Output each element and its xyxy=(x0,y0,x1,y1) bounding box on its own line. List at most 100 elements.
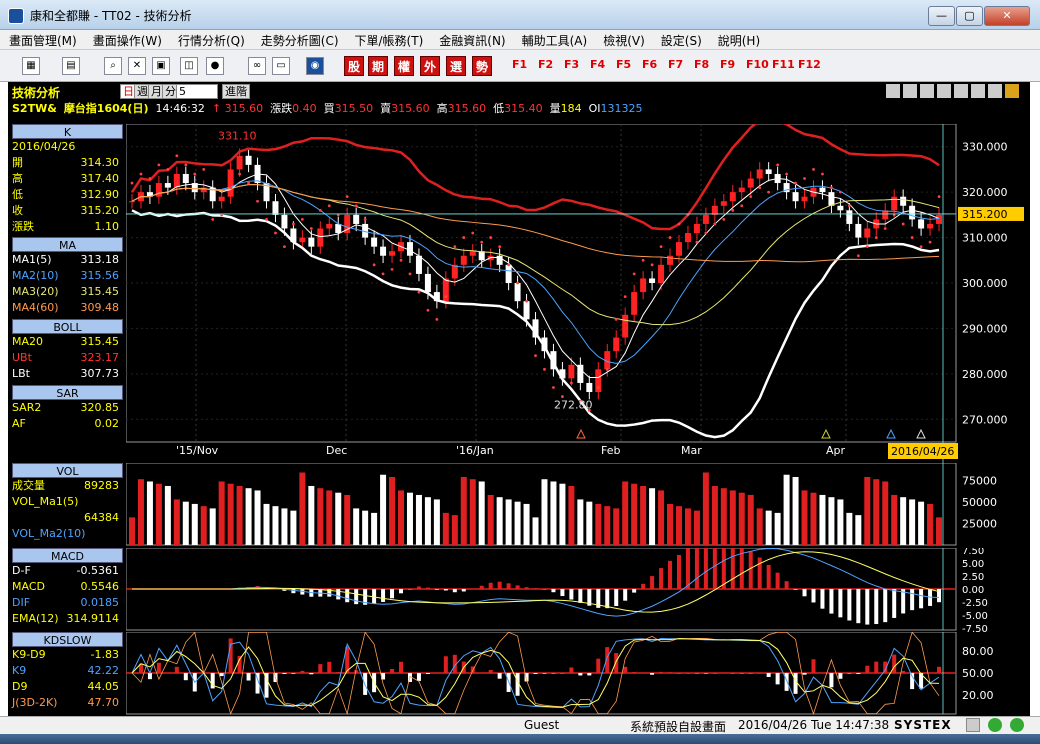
menu-trend[interactable]: 走勢分析圖(C) xyxy=(252,30,346,49)
chart-tool-buttons[interactable] xyxy=(886,83,1026,99)
fkey-f10[interactable]: F10 xyxy=(746,58,769,71)
macd-bar xyxy=(712,548,717,589)
kd-bar xyxy=(623,666,628,673)
sar-dot xyxy=(614,317,618,321)
minimize-button[interactable]: — xyxy=(928,6,955,26)
sar-dot xyxy=(569,381,573,385)
menu-tools[interactable]: 輔助工具(A) xyxy=(513,30,595,49)
volume-bar xyxy=(604,506,611,545)
low-annotation: 272.80 xyxy=(554,399,593,412)
macd-bar xyxy=(425,587,430,589)
volume-bar xyxy=(326,490,333,545)
macd-bar xyxy=(892,589,897,618)
sar-dot xyxy=(704,231,708,235)
kd-info-panel: KDSLOW K9-D9 -1.83 K9 42.22 D9 44.05 J(3D-2K) 4… xyxy=(12,632,123,711)
fkey-f2[interactable]: F2 xyxy=(538,58,553,71)
period-select[interactable]: 5 xyxy=(176,84,218,99)
sar-dot xyxy=(910,236,914,239)
fkey-f12[interactable]: F12 xyxy=(798,58,821,71)
volume-chart[interactable]: 75000 50000 25000 xyxy=(126,463,1030,547)
volume-bar xyxy=(640,485,647,545)
volume-bar xyxy=(218,481,225,545)
options-button[interactable]: 權 xyxy=(394,56,414,76)
fkey-f11[interactable]: F11 xyxy=(772,58,795,71)
volume-bar xyxy=(658,490,665,545)
fkey-f9[interactable]: F9 xyxy=(720,58,735,71)
macd-bar xyxy=(345,589,350,603)
volume-bar xyxy=(550,481,557,545)
maximize-button[interactable]: ▢ xyxy=(956,6,983,26)
zoom-icons[interactable] xyxy=(886,83,1026,99)
candle-body xyxy=(317,228,324,247)
advanced-button[interactable]: 進階 xyxy=(222,84,250,99)
row-label: K9 xyxy=(12,664,27,677)
candle-body xyxy=(837,205,844,211)
sar-dot xyxy=(166,168,170,171)
macd-bar xyxy=(605,589,610,609)
link-icon[interactable]: ∞ xyxy=(248,57,266,75)
menu-view[interactable]: 檢視(V) xyxy=(594,30,652,49)
oi-value: 131325 xyxy=(600,102,643,115)
kd-chart[interactable]: 80.00 50.00 20.00 xyxy=(126,632,1030,716)
macd-rows-row: DIF 0.0185 xyxy=(12,595,123,611)
logo-icon[interactable]: ◉ xyxy=(306,57,324,75)
fkey-f1[interactable]: F1 xyxy=(512,58,527,71)
macd-info-panel: MACD D-F -0.5361 MACD 0.5546 DIF 0.0185 EMA(12… xyxy=(12,548,123,627)
volume-bar xyxy=(398,490,405,545)
volume-bar xyxy=(209,508,216,545)
macd-rows-row: MACD 0.5546 xyxy=(12,579,123,595)
coin-icon[interactable]: ● xyxy=(206,57,224,75)
print-icon[interactable]: ▭ xyxy=(272,57,290,75)
chart-icon[interactable]: ▣ xyxy=(152,57,170,75)
volume-bar xyxy=(245,488,252,545)
k-rows-row: 開 314.30 xyxy=(12,155,123,171)
menu-order[interactable]: 下單/帳務(T) xyxy=(346,30,431,49)
row-value: 312.90 xyxy=(80,188,120,201)
sar-dot xyxy=(605,367,609,371)
fkey-f5[interactable]: F5 xyxy=(616,58,631,71)
kd-bar xyxy=(892,654,897,673)
change-label: 漲跌 xyxy=(270,102,293,115)
cancel-icon[interactable]: ✕ xyxy=(128,57,146,75)
volume-bar xyxy=(819,494,826,545)
status-icon-3[interactable] xyxy=(1010,718,1024,732)
menu-screen-manage[interactable]: 畫面管理(M) xyxy=(0,30,84,49)
price-chart[interactable]: 330.000 320.000 310.000 300.000 290.000 280.0… xyxy=(126,124,1030,464)
volume-bar xyxy=(747,494,754,545)
status-bar: Guest 系統預設自設畫面 2016/04/26 Tue 14:47:38 S… xyxy=(0,716,1040,734)
fkey-f6[interactable]: F6 xyxy=(642,58,657,71)
fkey-f4[interactable]: F4 xyxy=(590,58,605,71)
status-user: Guest xyxy=(524,718,560,732)
split-icon[interactable]: ◫ xyxy=(180,57,198,75)
menu-help[interactable]: 說明(H) xyxy=(709,30,767,49)
trend-button[interactable]: 勢 xyxy=(472,56,492,76)
row-label: MACD xyxy=(12,580,45,593)
tool-icon[interactable]: ▤ xyxy=(62,57,80,75)
macd-chart[interactable]: 7.50 5.00 2.50 0.00 -2.50 -5.00 -7.50 xyxy=(126,548,1030,632)
layout-icon[interactable]: ▦ xyxy=(22,57,40,75)
menu-screen-ops[interactable]: 畫面操作(W) xyxy=(84,30,169,49)
fkey-f3[interactable]: F3 xyxy=(564,58,579,71)
select-button[interactable]: 選 xyxy=(446,56,466,76)
ma-rows: MA1(5) 313.18 MA2(10) 315.56 MA3(20) 315.45 MA… xyxy=(12,252,123,316)
macd-bar xyxy=(488,582,493,589)
volume-bar xyxy=(308,485,315,545)
menu-quote[interactable]: 行情分析(Q) xyxy=(169,30,252,49)
search-icon[interactable]: ⌕ xyxy=(104,57,122,75)
volume-bar xyxy=(514,501,521,545)
row-label: D9 xyxy=(12,680,28,693)
close-button[interactable]: ✕ xyxy=(984,6,1030,26)
boll-panel-head: BOLL xyxy=(12,319,123,334)
futures-button[interactable]: 期 xyxy=(368,56,388,76)
fkey-f8[interactable]: F8 xyxy=(694,58,709,71)
status-icon-2[interactable] xyxy=(988,718,1002,732)
status-icon-1[interactable] xyxy=(966,718,980,732)
macd-panel-head: MACD xyxy=(12,548,123,563)
date-tick: '16/Jan xyxy=(456,444,494,457)
sar-dot xyxy=(193,172,197,176)
foreign-button[interactable]: 外 xyxy=(420,56,440,76)
menu-finance[interactable]: 金融資訊(N) xyxy=(430,30,512,49)
stock-button[interactable]: 股 xyxy=(344,56,364,76)
fkey-f7[interactable]: F7 xyxy=(668,58,683,71)
menu-settings[interactable]: 設定(S) xyxy=(652,30,709,49)
